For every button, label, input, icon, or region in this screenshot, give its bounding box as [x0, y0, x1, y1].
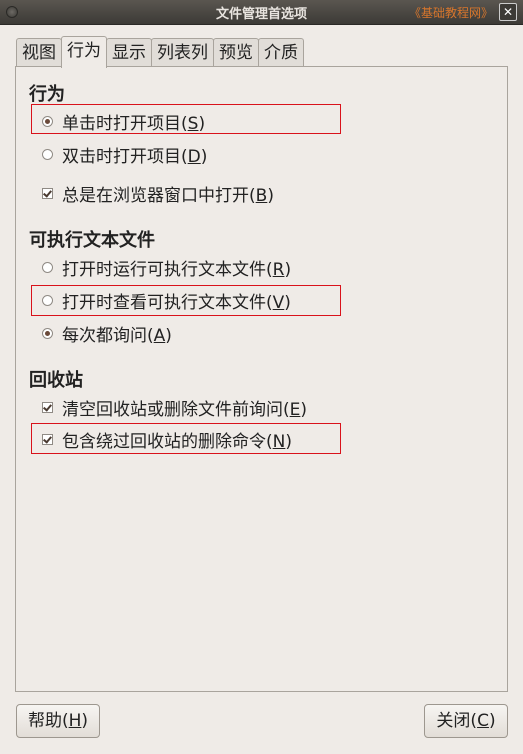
option-label: 每次都询问(A)	[62, 325, 172, 346]
option-view-executable[interactable]: 打开时查看可执行文本文件(V)	[42, 289, 291, 313]
watermark-text: 《基础教程网》	[408, 6, 493, 20]
checkbox[interactable]	[42, 187, 53, 199]
tab-media[interactable]: 介质	[258, 38, 304, 67]
option-label: 包含绕过回收站的删除命令(N)	[62, 431, 292, 452]
tab-display[interactable]: 显示	[106, 38, 152, 67]
tab-behavior[interactable]: 行为	[61, 36, 107, 68]
option-run-executable[interactable]: 打开时运行可执行文本文件(R)	[42, 256, 292, 280]
radio-button[interactable]	[42, 327, 53, 339]
radio-button[interactable]	[42, 294, 53, 306]
checkbox[interactable]	[42, 401, 53, 413]
close-button[interactable]: 关闭(C)	[424, 704, 508, 738]
title-bar: 文件管理首选项 《基础教程网》 ✕	[0, 0, 523, 25]
option-label: 单击时打开项目(S)	[62, 113, 206, 134]
option-label: 双击时打开项目(D)	[62, 146, 208, 167]
option-label: 打开时查看可执行文本文件(V)	[62, 292, 291, 313]
tab-preview[interactable]: 预览	[213, 38, 259, 67]
option-double-click[interactable]: 双击时打开项目(D)	[42, 143, 208, 167]
option-single-click[interactable]: 单击时打开项目(S)	[42, 110, 206, 134]
section-title-behavior: 行为	[29, 84, 65, 105]
section-title-trash: 回收站	[29, 370, 83, 391]
tab-list-columns[interactable]: 列表列	[151, 38, 214, 67]
option-ask-each-time[interactable]: 每次都询问(A)	[42, 322, 172, 346]
radio-button[interactable]	[42, 148, 53, 160]
close-window-icon[interactable]: ✕	[499, 3, 517, 21]
option-label: 打开时运行可执行文本文件(R)	[62, 259, 292, 280]
option-label: 总是在浏览器窗口中打开(B)	[62, 185, 274, 206]
radio-button[interactable]	[42, 261, 53, 273]
section-title-executable: 可执行文本文件	[29, 230, 155, 251]
tab-view[interactable]: 视图	[16, 38, 62, 67]
option-always-open-browser[interactable]: 总是在浏览器窗口中打开(B)	[42, 182, 274, 206]
tab-strip: 视图 行为 显示 列表列 预览 介质	[16, 36, 304, 68]
checkbox[interactable]	[42, 433, 53, 445]
help-button[interactable]: 帮助(H)	[16, 704, 100, 738]
option-label: 清空回收站或删除文件前询问(E)	[62, 399, 308, 420]
radio-button[interactable]	[42, 115, 53, 127]
option-ask-before-empty-trash[interactable]: 清空回收站或删除文件前询问(E)	[42, 396, 308, 420]
option-include-delete-command[interactable]: 包含绕过回收站的删除命令(N)	[42, 428, 292, 452]
